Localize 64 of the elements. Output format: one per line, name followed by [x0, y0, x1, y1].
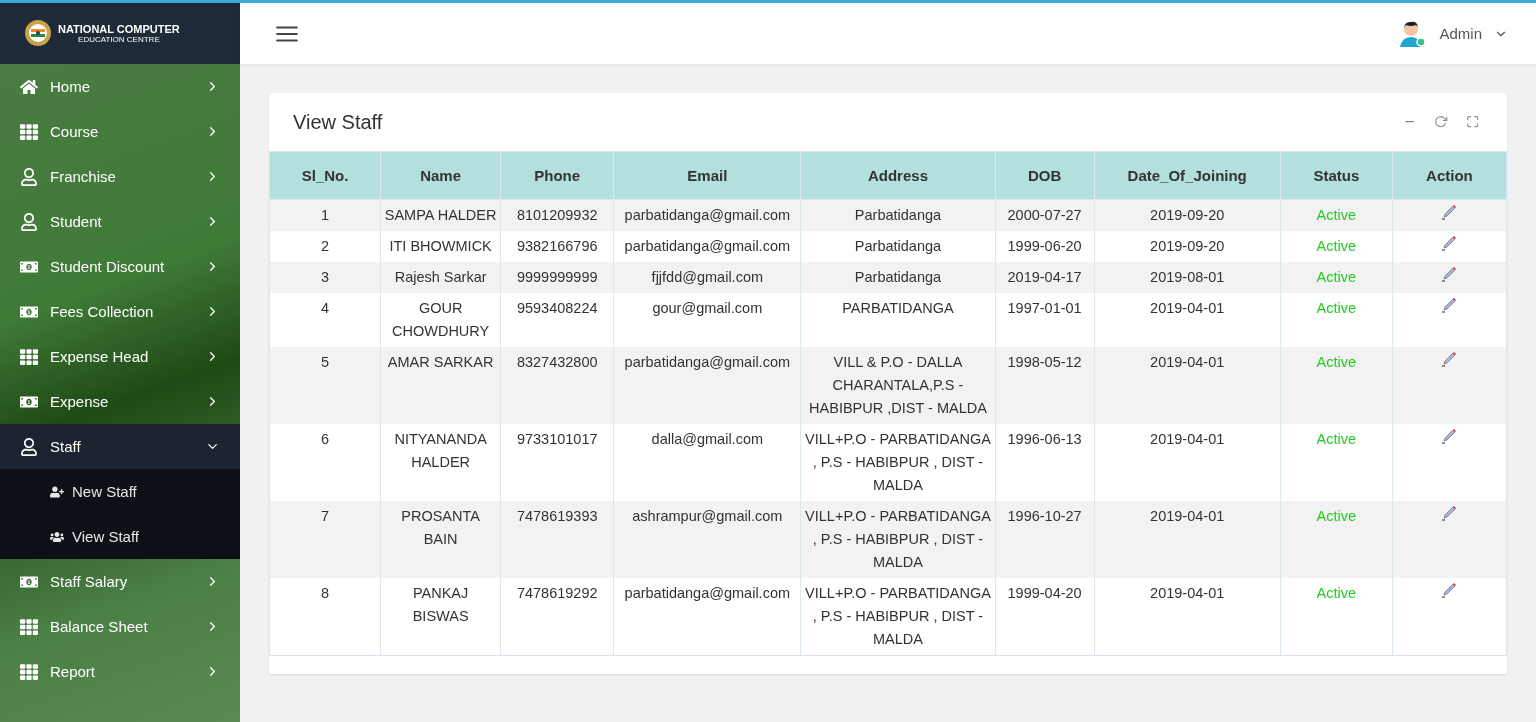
sidebar-item[interactable]: Home	[0, 64, 240, 109]
table-cell: PANKAJ BISWAS	[380, 578, 501, 656]
column-header: Address	[800, 151, 996, 200]
pencil-icon[interactable]	[1441, 351, 1458, 367]
column-header: Phone	[500, 151, 614, 200]
sidebar-item[interactable]: Report	[0, 649, 240, 694]
status-text: Active	[1316, 354, 1357, 370]
pencil-icon[interactable]	[1441, 505, 1458, 521]
user-icon	[20, 167, 38, 186]
column-header: Status	[1280, 151, 1393, 200]
sidebar-subitem[interactable]: View Staff	[0, 514, 240, 559]
brand-name: NATIONAL COMPUTER	[58, 23, 180, 35]
pencil-icon[interactable]	[1441, 204, 1458, 220]
sidebar-item[interactable]: Student	[0, 199, 240, 244]
column-header: Date_Of_Joining	[1094, 151, 1281, 200]
status-text: Active	[1316, 431, 1357, 447]
sidebar-item[interactable]: Staff	[0, 424, 240, 469]
panel-title: View Staff	[293, 110, 383, 134]
pencil-icon[interactable]	[1441, 297, 1458, 313]
status-text: Active	[1316, 269, 1357, 285]
sidebar-item[interactable]: Franchise	[0, 154, 240, 199]
brand-subtitle: EDUCATION CENTRE	[78, 35, 160, 44]
sidebar-item[interactable]: Fees Collection	[0, 289, 240, 334]
status-text: Active	[1316, 508, 1357, 524]
users-icon	[50, 529, 64, 544]
status-text: Active	[1316, 300, 1357, 316]
column-header: DOB	[995, 151, 1095, 200]
status-text: Active	[1316, 238, 1357, 254]
table-cell: 8	[269, 578, 381, 656]
status-text: Active	[1316, 585, 1357, 601]
column-header: Name	[380, 151, 501, 200]
user-menu-button[interactable]: Admin	[1391, 17, 1514, 50]
sidebar-item[interactable]: Student Discount	[0, 244, 240, 289]
table-cell: 7478619292	[500, 578, 614, 656]
table-cell: 2019-04-01	[1094, 578, 1281, 656]
user-icon	[20, 437, 38, 456]
pencil-icon[interactable]	[1441, 428, 1458, 444]
grid-icon	[20, 617, 38, 636]
sidebar-item[interactable]: Balance Sheet	[0, 604, 240, 649]
sidebar-item[interactable]: Expense	[0, 379, 240, 424]
column-header: Email	[613, 151, 801, 200]
fullscreen-button[interactable]	[1465, 115, 1479, 129]
grid-icon	[20, 122, 38, 141]
sidebar-subitem[interactable]: New Staff	[0, 469, 240, 514]
status-text: Active	[1316, 207, 1357, 223]
pencil-icon[interactable]	[1441, 235, 1458, 251]
grid-icon	[20, 662, 38, 681]
column-header: Sl_No.	[269, 151, 381, 200]
table-cell: parbatidanga@gmail.com	[613, 578, 801, 656]
table-cell: 1999-04-20	[995, 578, 1095, 656]
table-cell: VILL+P.O - PARBATIDANGA , P.S - HABIBPUR , DIST - MALDA	[800, 578, 996, 656]
refresh-button[interactable]	[1434, 115, 1448, 129]
home-icon	[20, 77, 38, 96]
pencil-icon[interactable]	[1441, 266, 1458, 282]
refresh-icon	[1434, 115, 1448, 129]
sidebar-item[interactable]: Staff Salary	[0, 559, 240, 604]
sidebar-item[interactable]: Course	[0, 109, 240, 154]
user-add-icon	[50, 484, 64, 499]
user-icon	[20, 212, 38, 231]
fullscreen-icon	[1465, 115, 1479, 129]
grid-icon	[20, 347, 38, 366]
pencil-icon[interactable]	[1441, 582, 1458, 598]
sidebar-item[interactable]: Expense Head	[0, 334, 240, 379]
column-header: Action	[1392, 151, 1507, 200]
